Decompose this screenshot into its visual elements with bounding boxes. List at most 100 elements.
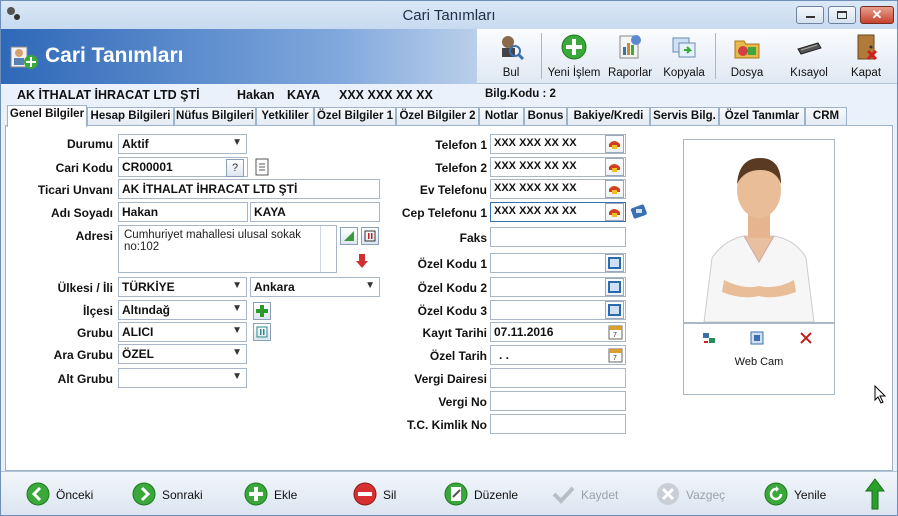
expand-address-button[interactable] (340, 227, 358, 245)
fax-input[interactable] (490, 227, 626, 247)
tax-number-input[interactable] (490, 391, 626, 411)
chevron-down-icon: ▼ (232, 137, 242, 148)
minus-icon (353, 482, 377, 506)
first-name-input[interactable]: Hakan (118, 202, 248, 222)
subgroup-select[interactable]: ÖZEL ▼ (118, 344, 247, 364)
lookup-button[interactable] (605, 254, 624, 272)
phone-call-button[interactable] (605, 158, 624, 176)
reports-icon (619, 35, 641, 59)
refresh-button[interactable]: Yenile (764, 482, 844, 506)
down-arrow-icon[interactable] (353, 252, 371, 270)
tab-hesap-bilgileri[interactable]: Hesap Bilgileri (87, 107, 174, 126)
trade-name-input[interactable]: AK İTHALAT İHRACAT LTD ŞTİ (118, 179, 380, 199)
ad-soyad-label: Adı Soyadı (50, 206, 113, 220)
file-button[interactable]: Dosya (721, 29, 773, 84)
tab-yetkililer[interactable]: Yetkililer (256, 107, 314, 126)
tab-bakiye-kredi[interactable]: Bakiye/Kredi (567, 107, 650, 126)
lookup-button[interactable] (605, 301, 624, 319)
address-textarea[interactable]: Cumhuriyet mahallesi ulusal sokak no:102 (118, 225, 337, 273)
lower-group-select[interactable]: ▼ (118, 368, 247, 388)
last-name-input[interactable]: KAYA (250, 202, 380, 222)
refresh-icon (764, 482, 788, 506)
copy-button[interactable]: Kopyala (659, 29, 709, 84)
swap-icon[interactable] (700, 330, 718, 346)
special-date-input[interactable]: . . (490, 345, 626, 365)
phone-icon (609, 209, 620, 217)
vergi-dairesi-label: Vergi Dairesi (414, 372, 487, 386)
chevron-down-icon: ▼ (232, 371, 242, 382)
search-button[interactable]: Bul (489, 29, 533, 84)
country-select[interactable]: TÜRKİYE ▼ (118, 277, 247, 297)
photo-frame[interactable] (683, 139, 835, 323)
plus-icon (256, 305, 268, 317)
toolbar-separator (541, 33, 542, 79)
lookup-button[interactable] (605, 278, 624, 296)
address-map-button[interactable] (361, 227, 379, 245)
registration-date-input[interactable]: 07.11.2016 (490, 322, 626, 342)
ozel-tarih-label: Özel Tarih (429, 349, 487, 363)
toolbar: Bul Yeni İşlem Raporlar Kopyala Dosya Kı… (477, 29, 897, 84)
phone-summary: XXX XXX XX XX (339, 88, 433, 102)
delete-button[interactable]: Sil (353, 482, 413, 506)
new-record-button[interactable]: Yeni İşlem (545, 29, 603, 84)
calendar-icon[interactable]: 7 (608, 324, 623, 340)
grubu-label: Grubu (77, 326, 113, 340)
tab-bonus[interactable]: Bonus (524, 107, 567, 126)
camera-icon[interactable] (749, 330, 765, 346)
document-icon[interactable] (254, 158, 270, 176)
group-edit-button[interactable] (253, 323, 271, 341)
ulke-il-label: Ülkesi / İli (57, 281, 113, 295)
previous-button[interactable]: Önceki (26, 482, 106, 506)
group-select[interactable]: ALICI ▼ (118, 322, 247, 342)
phone-call-button[interactable] (605, 135, 624, 153)
cancel-button[interactable]: Vazgeç (656, 482, 736, 506)
tab-nufus-bilgileri[interactable]: Nüfus Bilgileri (174, 107, 256, 126)
phone-icon (609, 164, 620, 172)
header-title: Cari Tanımları (45, 44, 184, 67)
add-district-button[interactable] (253, 302, 271, 320)
maximize-button[interactable] (828, 6, 856, 24)
sms-icon[interactable] (630, 203, 650, 221)
telefon2-label: Telefon 2 (435, 161, 487, 175)
tab-notlar[interactable]: Notlar (479, 107, 524, 126)
phone-call-button[interactable] (605, 180, 624, 198)
reports-button[interactable]: Raporlar (605, 29, 655, 84)
add-icon (561, 34, 587, 60)
calendar-icon[interactable]: 7 (608, 347, 623, 363)
city-select[interactable]: Ankara ▼ (250, 277, 380, 297)
window-title: Cari Tanımları (402, 7, 496, 24)
delete-photo-icon[interactable] (798, 330, 814, 346)
book-icon (608, 304, 621, 316)
tab-ozel-tanimlar[interactable]: Özel Tanımlar (719, 107, 805, 126)
edit-button[interactable]: Düzenle (444, 482, 534, 506)
shortcut-button[interactable]: Kısayol (783, 29, 835, 84)
phone-icon (609, 141, 620, 149)
tab-ozel-bilgiler-2[interactable]: Özel Bilgiler 2 (396, 107, 479, 126)
svg-text:7: 7 (613, 332, 617, 339)
address-scrollbar[interactable] (320, 226, 335, 272)
save-button[interactable]: Kaydet (551, 482, 631, 506)
telefon1-label: Telefon 1 (435, 138, 487, 152)
edit-icon (444, 482, 468, 506)
cep-telefon-label: Cep Telefonu 1 (401, 206, 487, 220)
tab-genel-bilgiler[interactable]: Genel Bilgiler (7, 105, 87, 127)
tax-office-input[interactable] (490, 368, 626, 388)
status-select[interactable]: Aktif ▼ (118, 134, 247, 154)
tab-crm[interactable]: CRM (805, 107, 847, 126)
arrow-right-icon (132, 482, 156, 506)
close-window-button[interactable]: ✕ (860, 6, 894, 24)
tab-servis-bilg[interactable]: Servis Bilg. (650, 107, 719, 126)
minimize-button[interactable] (796, 6, 824, 24)
tab-ozel-bilgiler-1[interactable]: Özel Bilgiler 1 (314, 107, 396, 126)
next-button[interactable]: Sonraki (132, 482, 212, 506)
person-photo (684, 140, 834, 323)
record-summary: AK İTHALAT İHRACAT LTD ŞTİ Hakan KAYA XX… (1, 85, 897, 105)
national-id-input[interactable] (490, 414, 626, 434)
close-form-button[interactable]: Kapat (841, 29, 891, 84)
phone-call-button[interactable] (605, 203, 624, 221)
triangle-icon (344, 231, 354, 241)
add-button[interactable]: Ekle (244, 482, 314, 506)
up-arrow-icon[interactable] (865, 478, 885, 510)
code-lookup-button[interactable]: ? (226, 159, 244, 177)
district-select[interactable]: Altındağ ▼ (118, 300, 247, 320)
